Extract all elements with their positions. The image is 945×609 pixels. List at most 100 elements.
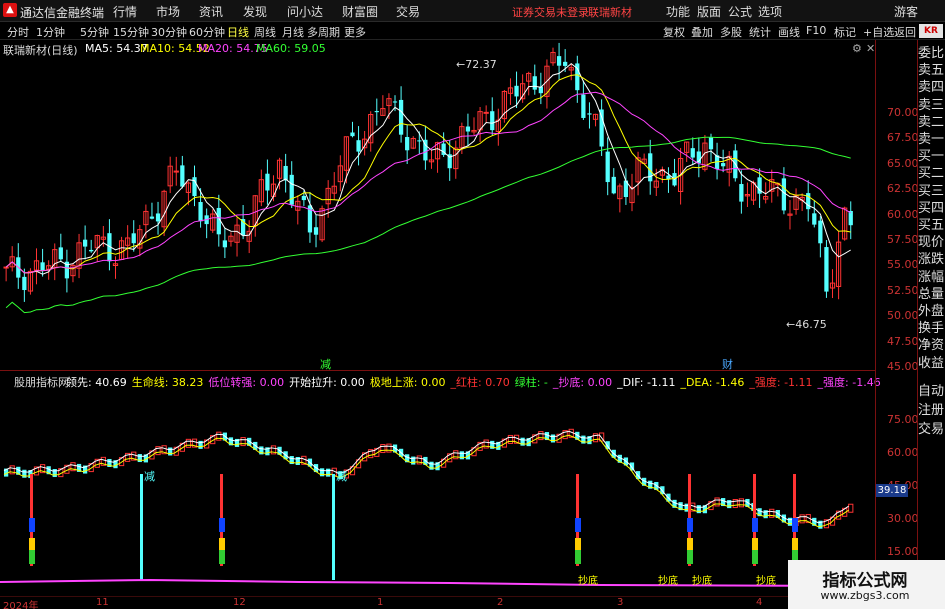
back-button[interactable]: 返回: [894, 24, 916, 40]
quote-field: 买一: [918, 149, 945, 165]
candlestick-chart[interactable]: ←72.37 ←46.75 减 财: [0, 40, 875, 370]
menu-formula[interactable]: 公式: [728, 3, 752, 20]
candle: [9, 246, 15, 272]
candle: [544, 59, 550, 109]
candle: [835, 230, 842, 300]
tab-5min[interactable]: 5分钟: [80, 24, 109, 40]
mark-button[interactable]: 标记: [834, 24, 856, 40]
menu-news[interactable]: 资讯: [199, 3, 223, 20]
menu-wealth-circle[interactable]: 财富圈: [342, 3, 378, 20]
indicator-value-item: _强度: -1.11: [749, 376, 813, 389]
indicator-bar: [52, 469, 57, 478]
menu-discover[interactable]: 发现: [243, 3, 267, 20]
candle: [228, 232, 234, 247]
statistics-button[interactable]: 统计: [749, 24, 771, 40]
candle: [64, 249, 70, 293]
tab-intraday[interactable]: 分时: [7, 24, 29, 40]
quote-field: 注册: [918, 403, 945, 418]
multi-stock-button[interactable]: 多股: [720, 24, 742, 40]
candle: [258, 169, 264, 207]
reduce-holding-mark: 减: [320, 358, 331, 370]
candle: [550, 47, 556, 66]
candle: [501, 89, 508, 123]
restore-rights-button[interactable]: 复权: [663, 24, 685, 40]
indicator-value-item: 低位转强: 0.00: [208, 376, 285, 389]
candle: [380, 95, 386, 116]
signal-block: [29, 538, 35, 552]
signal-block: [219, 518, 225, 532]
candle: [149, 202, 155, 220]
candle: [532, 64, 537, 95]
tab-more[interactable]: 更多: [344, 24, 366, 40]
f10-button[interactable]: F10: [806, 24, 826, 37]
candle: [829, 269, 836, 299]
candle: [265, 159, 270, 205]
candle: [793, 188, 799, 215]
candle: [313, 214, 319, 248]
indicator-chart[interactable]: 减 减抄底 抄底 抄底 抄底: [0, 390, 875, 596]
indicator-bar: [185, 438, 192, 448]
overlay-button[interactable]: 叠加: [691, 24, 713, 40]
login-status[interactable]: 证券交易未登录: [512, 4, 589, 20]
signal-block: [29, 518, 35, 532]
tab-30min[interactable]: 30分钟: [151, 24, 187, 40]
tab-monthly[interactable]: 月线: [282, 24, 304, 40]
candle: [465, 113, 471, 146]
quote-field: 买三: [918, 183, 945, 199]
indicator-bar: [326, 468, 331, 477]
signal-block: [687, 538, 693, 552]
candle: [398, 86, 404, 143]
indicator-values: 领先: 40.69 生命线: 38.23 低位转强: 0.00 开始拉升: 0.00 极…: [66, 374, 886, 390]
tab-daily[interactable]: 日线: [227, 24, 249, 40]
quote-field: 净资: [918, 338, 945, 354]
reduce-label: 减: [144, 470, 155, 483]
reduce-label: 减: [336, 470, 347, 483]
tab-15min[interactable]: 15分钟: [113, 24, 149, 40]
date-label: 2024年: [3, 601, 39, 609]
candle: [180, 155, 185, 189]
tab-1min[interactable]: 1分钟: [36, 24, 65, 40]
menu-ask-xiaoda[interactable]: 问小达: [287, 3, 323, 20]
menu-function[interactable]: 功能: [666, 3, 690, 20]
candle: [617, 183, 623, 213]
tab-60min[interactable]: 60分钟: [189, 24, 225, 40]
candle: [417, 131, 422, 155]
candle: [112, 256, 119, 279]
bottom-buy-label: 抄底: [692, 574, 712, 587]
indicator-bar: [216, 431, 222, 441]
menu-trade[interactable]: 交易: [396, 3, 420, 20]
candle: [252, 195, 258, 237]
app-title: 通达信金融终端: [20, 6, 105, 20]
indicator-value-item: 绿柱: -: [514, 376, 548, 389]
candle: [270, 175, 277, 202]
date-label: 2: [497, 597, 504, 608]
menu-options[interactable]: 选项: [758, 3, 782, 20]
menu-market-quotes[interactable]: 行情: [113, 3, 137, 20]
add-watchlist-button[interactable]: +自选: [863, 24, 894, 40]
candle: [167, 156, 173, 194]
tab-multi-period[interactable]: 多周期: [307, 24, 340, 40]
candle: [787, 200, 793, 230]
candle: [714, 142, 720, 180]
indicator-value-item: 领先: 40.69: [66, 376, 127, 389]
quote-field: 总量: [918, 286, 945, 302]
candle: [799, 193, 805, 212]
indicator-value-item: _DIF: -1.11: [617, 376, 676, 389]
draw-line-button[interactable]: 画线: [778, 24, 800, 40]
indicator-bar: [507, 434, 514, 444]
candle: [648, 139, 653, 195]
current-stock-tag: 联瑞新材: [588, 6, 632, 19]
candle: [3, 266, 9, 282]
candle: [234, 217, 240, 257]
indicator-value-item: _抄底: 0.00: [552, 376, 613, 389]
guest-user[interactable]: 游客: [894, 3, 918, 20]
tab-weekly[interactable]: 周线: [254, 24, 276, 40]
menu-layout[interactable]: 版面: [697, 3, 721, 20]
indicator-value-item: 开始拉升: 0.00: [289, 376, 365, 389]
candle: [526, 71, 532, 96]
menu-market[interactable]: 市场: [156, 3, 180, 20]
candle: [495, 108, 501, 146]
candle: [89, 239, 94, 253]
candle: [684, 141, 690, 162]
app-logo-icon: ▲: [3, 3, 17, 17]
